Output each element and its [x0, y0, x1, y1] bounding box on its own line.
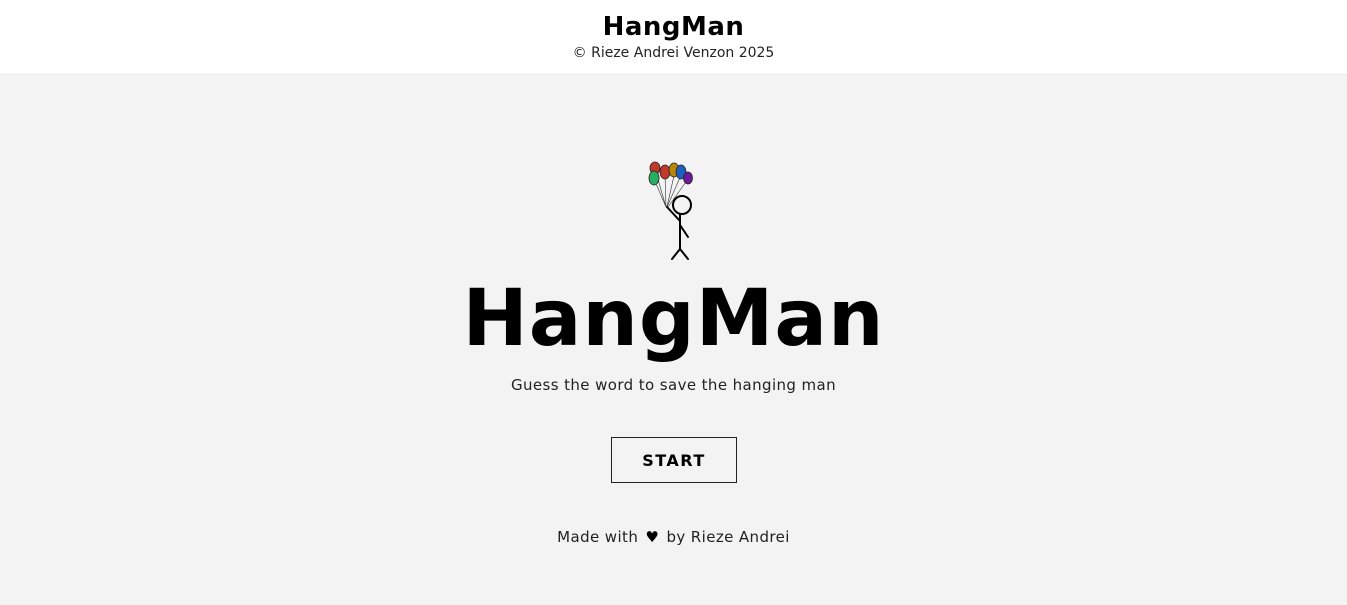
- made-with-suffix: by Rieze Andrei: [666, 528, 790, 546]
- start-button[interactable]: START: [611, 437, 737, 483]
- stickman-with-balloons-icon: [648, 161, 693, 260]
- heart-icon: ♥: [645, 528, 660, 546]
- header-title: HangMan: [602, 12, 745, 42]
- header-copyright: © Rieze Andrei Venzon 2025: [572, 45, 775, 61]
- hero-tagline: Guess the word to save the hanging man: [510, 376, 837, 394]
- main-content: HangMan Guess the word to save the hangi…: [0, 73, 1347, 605]
- top-header: HangMan © Rieze Andrei Venzon 2025: [0, 0, 1347, 73]
- hero-title: HangMan: [462, 274, 885, 364]
- made-with-note: Made with ♥ by Rieze Andrei: [0, 527, 1347, 547]
- made-with-prefix: Made with: [557, 528, 639, 546]
